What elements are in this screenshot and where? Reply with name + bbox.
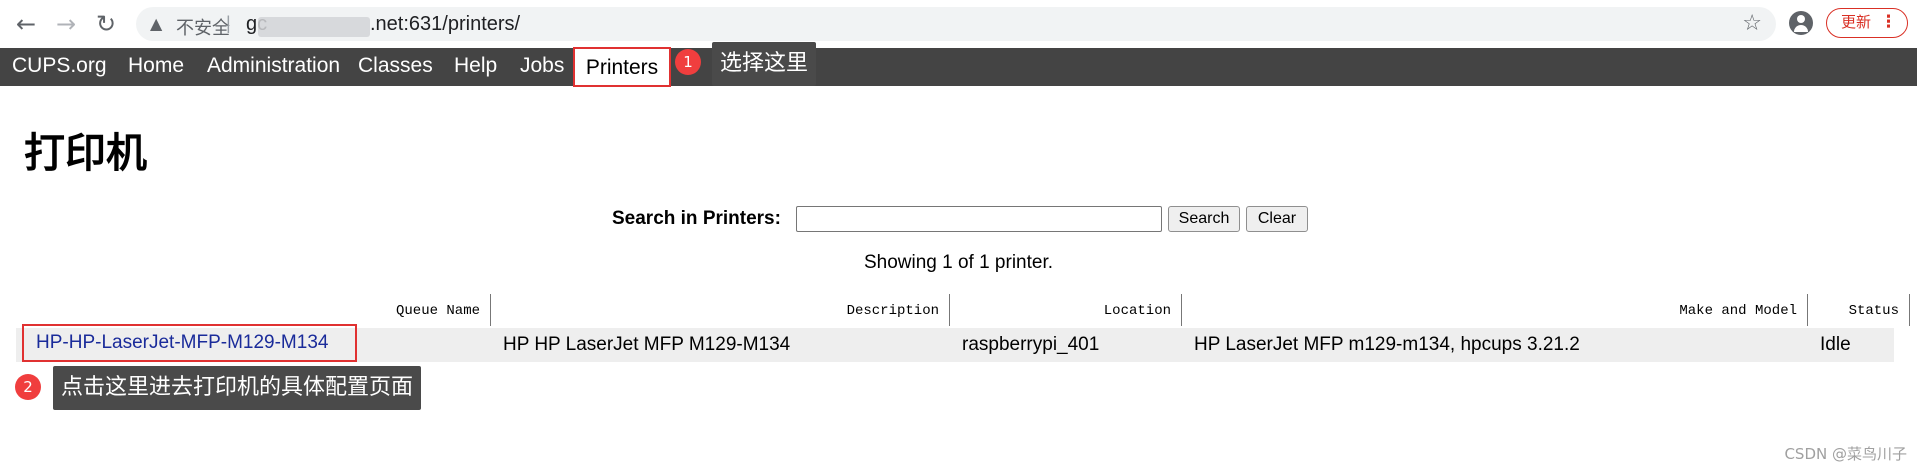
url-path: .net:631/printers/ xyxy=(370,13,521,35)
step-1-callout: 选择这里 xyxy=(712,42,817,86)
search-button[interactable]: Search xyxy=(1168,206,1240,232)
step-1-badge: 1 xyxy=(675,49,701,75)
address-bar[interactable]: ▲ 不安全 | gc .net:631/printers/ ☆ xyxy=(136,7,1776,41)
table-header: Queue Name Description Location Make and… xyxy=(16,294,1910,326)
page-title: 打印机 xyxy=(24,129,147,177)
warning-icon[interactable]: ▲ xyxy=(150,14,162,33)
nav-home[interactable]: Home xyxy=(126,48,186,86)
update-label: 更新 xyxy=(1841,13,1872,31)
header-location[interactable]: Location xyxy=(950,294,1182,326)
csdn-watermark: CSDN @菜鸟川子 xyxy=(1784,445,1907,463)
search-label: Search in Printers: xyxy=(612,208,781,229)
header-queue-name[interactable]: Queue Name xyxy=(16,294,491,326)
nav-administration[interactable]: Administration xyxy=(205,48,342,86)
cups-nav-bar: CUPS.org Home Administration Classes Hel… xyxy=(0,47,1917,87)
header-description[interactable]: Description xyxy=(491,294,950,326)
nav-help[interactable]: Help xyxy=(452,48,499,86)
header-make-and-model[interactable]: Make and Model xyxy=(1182,294,1808,326)
nav-cups-org[interactable]: CUPS.org xyxy=(10,48,109,86)
clear-button[interactable]: Clear xyxy=(1246,206,1308,232)
step-2-callout: 点击这里进去打印机的具体配置页面 xyxy=(53,366,422,410)
url-separator: | xyxy=(226,13,231,33)
printer-make-model: HP LaserJet MFP m129-m134, hpcups 3.21.2 xyxy=(1194,334,1580,355)
printer-queue-link[interactable]: HP-HP-LaserJet-MFP-M129-M134 xyxy=(22,324,357,362)
search-input[interactable] xyxy=(796,206,1162,232)
nav-jobs[interactable]: Jobs xyxy=(518,48,566,86)
back-arrow-icon[interactable]: ← xyxy=(12,10,40,38)
reload-icon[interactable]: ↻ xyxy=(92,10,120,38)
bookmark-star-icon[interactable]: ☆ xyxy=(1742,11,1762,36)
step-2-badge: 2 xyxy=(15,374,41,400)
nav-classes[interactable]: Classes xyxy=(356,48,435,86)
insecure-label[interactable]: 不安全 xyxy=(176,14,230,40)
url-redacted-blur xyxy=(258,17,370,37)
table-row: HP-HP-LaserJet-MFP-M129-M134 HP HP Laser… xyxy=(16,324,1894,362)
menu-kebab-icon[interactable]: ⋮ xyxy=(1880,9,1897,36)
printer-status: Idle xyxy=(1820,334,1851,355)
header-status[interactable]: Status xyxy=(1808,294,1910,326)
printer-location: raspberrypi_401 xyxy=(962,334,1100,355)
printer-description: HP HP LaserJet MFP M129-M134 xyxy=(503,334,791,355)
browser-toolbar: ← → ↻ ▲ 不安全 | gc .net:631/printers/ ☆ 更新… xyxy=(0,0,1917,48)
results-count: Showing 1 of 1 printer. xyxy=(863,252,1054,273)
profile-avatar-icon[interactable] xyxy=(1789,11,1813,35)
update-button[interactable]: 更新 ⋮ xyxy=(1826,8,1908,38)
nav-printers[interactable]: Printers xyxy=(573,47,671,87)
forward-arrow-icon[interactable]: → xyxy=(52,10,80,38)
